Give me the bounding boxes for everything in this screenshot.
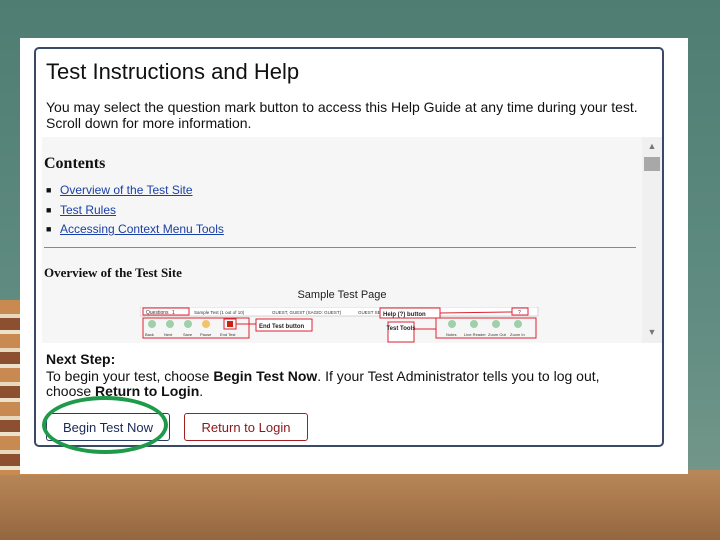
toc-item: ■ Test Rules [46,203,224,223]
sample-zoom-in-icon [514,320,522,328]
help-guide-content: Contents ■ Overview of the Test Site ■ Tes… [42,137,640,343]
sample-help-callout-text: Help (?) button [383,312,426,318]
help-guide-scrollbar[interactable]: ▲ ▼ [642,137,662,343]
sample-end-test-label: End Test [220,332,236,337]
background-floor [0,470,720,540]
sample-save-icon [184,320,192,328]
return-to-login-reference: Return to Login [95,383,200,399]
sample-test-page-image: Questions 1 Sample Test (1 out of 10) GU… [140,307,539,343]
sample-zoom-out-label: Zoom Out [488,332,507,337]
next-step-heading: Next Step: [46,351,116,367]
toc-item: ■ Overview of the Test Site [46,183,224,203]
sample-pause-label: Pause [200,332,212,337]
sample-notes-label: Notes [446,332,456,337]
toc-link-test-rules[interactable]: Test Rules [60,203,116,217]
sample-line-reader-label: Line Reader [464,332,486,337]
table-of-contents: ■ Overview of the Test Site ■ Test Rules ■… [46,183,224,242]
sample-end-test-icon [227,321,233,327]
section-divider [44,247,636,248]
begin-test-now-button[interactable]: Begin Test Now [46,413,170,441]
scroll-up-arrow-icon[interactable]: ▲ [642,139,662,153]
sample-test-info: Sample Test (1 out of 10) [194,310,245,315]
sample-pause-icon [202,320,210,328]
sample-next-label: Next [164,332,173,337]
begin-test-reference: Begin Test Now [213,368,318,384]
sample-zoom-in-label: Zoom In [510,332,525,337]
sample-next-icon [166,320,174,328]
sample-save-label: Save [183,332,193,337]
next-step-text-part: . [199,383,204,399]
sample-help-glyph: ? [518,310,521,316]
next-step-text: To begin your test, choose Begin Test No… [46,369,646,399]
sample-guest-info: GUEST, GUEST (SAGID: GUEST) [272,310,342,315]
overview-heading: Overview of the Test Site [44,265,182,280]
scroll-down-arrow-icon[interactable]: ▼ [642,325,662,339]
page-title: Test Instructions and Help [46,59,300,84]
toc-item: ■ Accessing Context Menu Tools [46,222,224,242]
return-to-login-button[interactable]: Return to Login [184,413,308,441]
toc-link-context-menu-tools[interactable]: Accessing Context Menu Tools [60,222,224,236]
bullet-icon: ■ [46,204,52,215]
sample-end-test-callout-text: End Test button [259,324,305,330]
intro-text: You may select the question mark button … [46,99,638,131]
sample-question-number: 1 [172,310,175,316]
sample-notes-icon [448,320,456,328]
contents-heading: Contents [44,155,106,172]
help-guide-scroll-area[interactable]: Contents ■ Overview of the Test Site ■ Tes… [42,137,662,343]
sample-line-reader-icon [470,320,478,328]
sample-back-label: Back [145,332,154,337]
toc-link-overview[interactable]: Overview of the Test Site [60,183,193,197]
bullet-icon: ■ [46,224,52,234]
sample-back-icon [148,320,156,328]
sample-test-tools-callout-text: Test Tools [386,326,416,332]
next-step-text-part: To begin your test, choose [46,368,214,384]
sample-test-tools-callout [387,321,415,343]
sample-page-caption: Sample Test Page [297,289,387,301]
bullet-icon: ■ [46,185,52,195]
scrollbar-thumb[interactable] [644,157,660,171]
sample-zoom-out-icon [492,320,500,328]
sample-questions-label: Questions [146,310,169,316]
instructions-panel: Test Instructions and Help You may selec… [34,47,664,447]
